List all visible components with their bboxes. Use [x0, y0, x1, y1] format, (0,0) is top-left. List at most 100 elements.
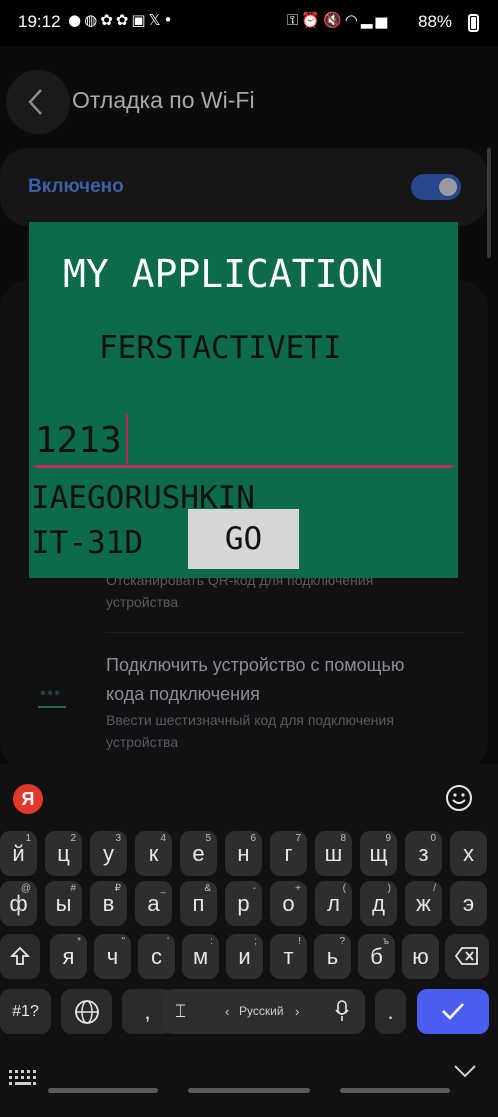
key-hint: *	[77, 936, 81, 947]
key-м[interactable]: м:	[182, 934, 219, 979]
checkmark-icon	[442, 1003, 464, 1020]
key-label: б	[370, 944, 383, 969]
key-hint: /	[433, 883, 436, 894]
key-row-3: я * ч " с ' м: и; т! ь? б ъ ю	[0, 934, 498, 979]
alarm-icon: ⏰	[301, 11, 324, 29]
key-ы[interactable]: ы #	[45, 881, 82, 926]
key-х[interactable]: х	[450, 831, 487, 876]
period-key[interactable]: .	[375, 989, 406, 1034]
key-hint: "	[121, 936, 125, 947]
text-caret	[126, 414, 128, 464]
key-hint: ъ	[382, 936, 389, 947]
key-label: з	[418, 841, 429, 866]
key-hint: _	[160, 883, 166, 894]
nav-indicator-left[interactable]	[48, 1088, 158, 1093]
message-icon: ●	[68, 11, 85, 29]
toggle-label: Включено	[28, 176, 124, 197]
back-button[interactable]	[6, 70, 70, 134]
key-о[interactable]: о +	[270, 881, 307, 926]
key-с[interactable]: с '	[138, 934, 175, 979]
key-а[interactable]: а _	[135, 881, 172, 926]
space-language-label: Русский	[239, 1004, 284, 1018]
keyboard-grid-icon[interactable]	[9, 1070, 37, 1086]
key-label: щ	[369, 841, 388, 866]
key-й[interactable]: й1	[0, 831, 37, 876]
key-label: у	[103, 841, 114, 866]
key-ш[interactable]: ш8	[315, 831, 352, 876]
scrollbar[interactable]	[487, 148, 491, 258]
key-ц[interactable]: ц2	[45, 831, 82, 876]
key-label: н	[237, 841, 250, 866]
key-н[interactable]: н6	[225, 831, 262, 876]
backspace-icon	[454, 947, 478, 965]
input-underline	[35, 465, 453, 468]
space-key[interactable]: ⌶ ‹ Русский ›	[163, 989, 365, 1034]
key-ж[interactable]: ж /	[405, 881, 442, 926]
yandex-icon[interactable]: Я	[13, 784, 43, 814]
key-з[interactable]: з0	[405, 831, 442, 876]
key-г[interactable]: г7	[270, 831, 307, 876]
key-hint: 8	[340, 833, 346, 844]
divider	[106, 632, 464, 633]
emoji-icon[interactable]	[444, 783, 474, 813]
nav-home-indicator[interactable]	[188, 1088, 310, 1093]
key-э[interactable]: э	[450, 881, 487, 926]
key-д[interactable]: д)	[360, 881, 397, 926]
key-label: к	[148, 841, 159, 866]
mute-icon: 🔇	[323, 11, 345, 29]
key-б[interactable]: бъ	[358, 934, 395, 979]
key-у[interactable]: у3	[90, 831, 127, 876]
key-щ[interactable]: щ9	[360, 831, 397, 876]
key-hint: ;	[254, 936, 257, 947]
key-ф[interactable]: ф @	[0, 881, 37, 926]
key-в[interactable]: в ₽	[90, 881, 127, 926]
key-hint: 7	[295, 833, 301, 844]
key-п[interactable]: п &	[180, 881, 217, 926]
pair-code-option[interactable]: Подключить устройство с помощью кода под…	[106, 651, 436, 709]
key-и[interactable]: и;	[226, 934, 263, 979]
backspace-key[interactable]	[445, 934, 489, 979]
key-е[interactable]: е5	[180, 831, 217, 876]
key-label: д	[372, 891, 385, 916]
key-л[interactable]: л(	[315, 881, 352, 926]
key-ч[interactable]: ч "	[94, 934, 131, 979]
number-input[interactable]	[35, 414, 453, 466]
app-dialog: MY APPLICATION FERSTACTIVETI IAEGORUSHKI…	[29, 222, 458, 578]
key-label: й	[12, 841, 25, 866]
battery-icon	[468, 14, 479, 32]
symbols-key[interactable]: #1?	[0, 989, 51, 1034]
key-т[interactable]: т!	[270, 934, 307, 979]
enter-key[interactable]	[417, 989, 489, 1034]
key-ю[interactable]: ю	[402, 934, 439, 979]
key-ь[interactable]: ь?	[314, 934, 351, 979]
key-label: п	[192, 891, 205, 916]
space-arrow-right: ›	[295, 1004, 300, 1019]
key-row-2: ф @ ы # в ₽ а _ п & р - о + л(д) ж / э	[0, 881, 498, 926]
shift-key[interactable]	[0, 934, 40, 979]
key-label: г	[284, 841, 293, 866]
wifi-debug-switch[interactable]	[411, 174, 461, 200]
key-я[interactable]: я *	[50, 934, 87, 979]
key-hint: 2	[70, 833, 76, 844]
key-label: э	[462, 891, 475, 916]
key-label: ц	[57, 841, 70, 866]
go-button[interactable]: GO	[188, 509, 299, 569]
key-hint: 0	[430, 833, 436, 844]
key-hint: 9	[385, 833, 391, 844]
key-label: о	[282, 891, 295, 916]
key-label: ы	[55, 891, 72, 916]
signal-icon: ▂	[360, 11, 376, 29]
microphone-icon[interactable]	[335, 1000, 349, 1022]
nav-indicator-right[interactable]	[340, 1088, 450, 1093]
pair-code-subtitle: Ввести шестизначный код для подключения …	[106, 712, 394, 750]
key-к[interactable]: к4	[135, 831, 172, 876]
ok-icon: ▣	[131, 11, 149, 29]
key-label: л	[327, 891, 340, 916]
hide-keyboard-chevron-icon[interactable]	[453, 1064, 477, 1078]
key-hint: #	[70, 883, 76, 894]
key-hint: (	[342, 883, 346, 894]
hedgehog-icon: ◍	[84, 11, 101, 29]
key-р[interactable]: р-	[225, 881, 262, 926]
language-key[interactable]	[61, 989, 112, 1034]
status-time: 19:12	[18, 12, 61, 31]
